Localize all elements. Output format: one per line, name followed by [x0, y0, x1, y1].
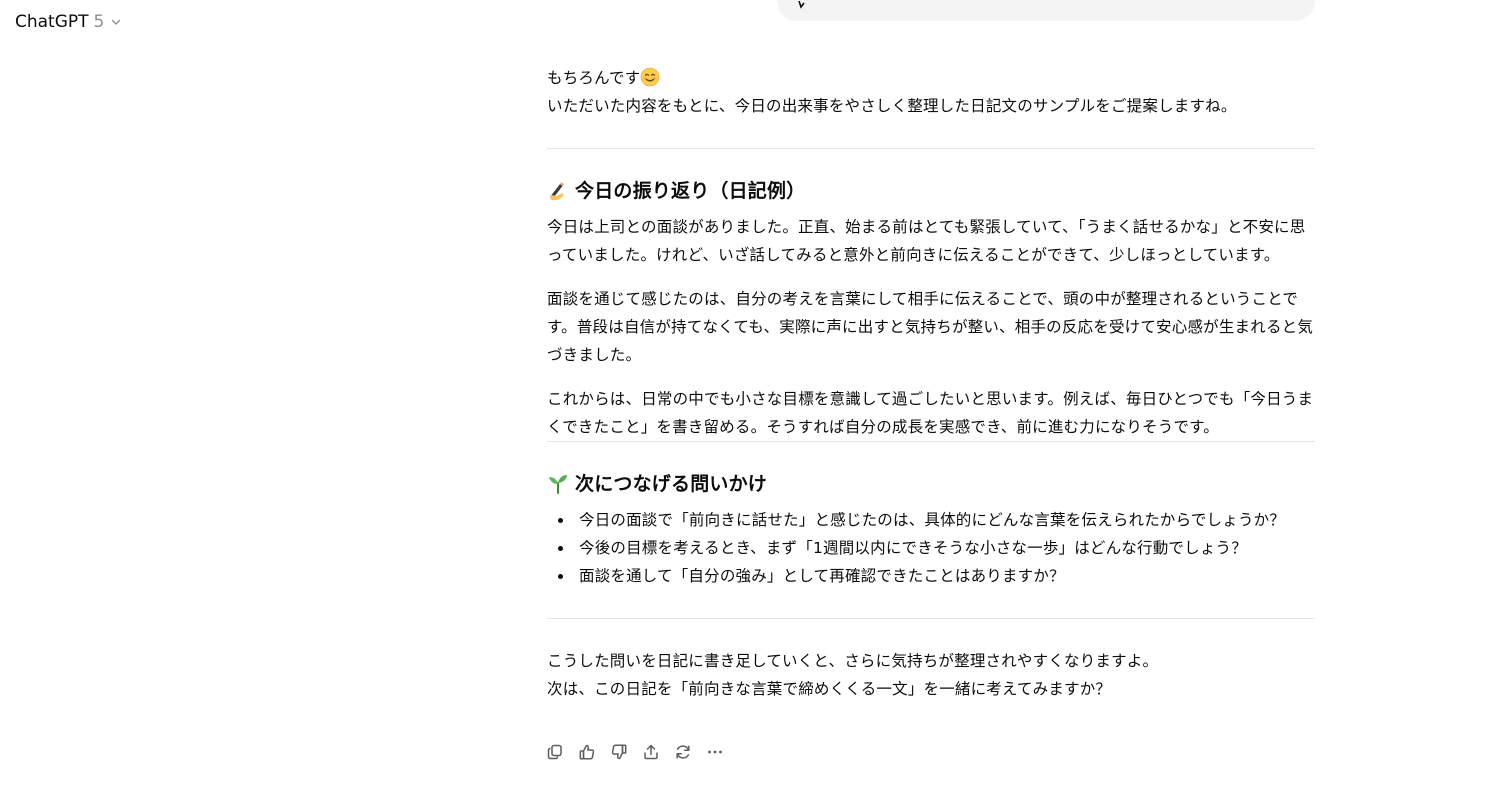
model-switcher[interactable]: ChatGPT 5: [15, 12, 122, 32]
message-actions: [545, 740, 725, 764]
copy-button[interactable]: [545, 740, 565, 764]
paragraph-1: 今日は上司との面談がありました。正直、始まる前はとても緊張していて、「うまく話せ…: [547, 218, 1306, 264]
paragraph-2: 面談を通じて感じたのは、自分の考えを言葉にして相手に伝えることで、頭の中が整理さ…: [547, 290, 1314, 364]
thumbs-up-icon: [579, 744, 595, 760]
share-icon: [644, 744, 658, 760]
smiling-face-icon: [641, 67, 660, 87]
section-heading-reflection: 今日の振り返り（日記例）: [547, 177, 1315, 205]
intro-text-1: もちろんです: [547, 69, 641, 87]
intro-line-2: いただいた内容をもとに、今日の出来事をやさしく整理した日記文のサンプルをご提案し…: [547, 97, 1237, 115]
divider: [547, 148, 1315, 149]
app-name: ChatGPT: [15, 12, 89, 32]
section-heading-reflection-text: 今日の振り返り（日記例）: [575, 180, 806, 202]
thumbs-down-button[interactable]: [609, 740, 629, 764]
section-heading-questions: 次につなげる問いかけ: [547, 470, 1315, 498]
model-version: 5: [93, 12, 105, 32]
question-list: 今日の面談で「前向きに話せた」と感じたのは、具体的にどんな言葉を伝えられたからで…: [547, 506, 1315, 590]
copy-icon: [547, 744, 562, 760]
list-item: 今後の目標を考えるとき、まず「1週間以内にできそうな小さな一歩」はどんな行動でし…: [558, 534, 1315, 562]
seedling-icon: [549, 475, 567, 494]
share-button[interactable]: [641, 740, 661, 764]
thumbs-down-icon: [611, 744, 627, 760]
assistant-message: もちろんです いただいた内容をもとに、今日の出来事をやさしく整理した日記文のサン…: [547, 64, 1315, 703]
chevron-down-icon: [112, 19, 121, 25]
writing-hand-icon: [550, 182, 564, 201]
intro-line-1: もちろんです: [547, 64, 1315, 92]
closing-line-1: こうした問いを日記に書き足していくと、さらに気持ちが整理されやすくなりますよ。: [547, 652, 1159, 670]
section-heading-questions-text: 次につなげる問いかけ: [575, 473, 768, 495]
closing: こうした問いを日記に書き足していくと、さらに気持ちが整理されやすくなりますよ。 …: [547, 647, 1315, 703]
divider: [547, 441, 1315, 442]
closing-line-2: 次は、この日記を「前向きな言葉で締めくくる一文」を一緒に考えてみますか？: [547, 680, 1112, 698]
list-item: 面談を通して「自分の強み」として再確認できたことはありますか？: [558, 562, 1315, 590]
user-message-bubble: [777, 0, 1315, 21]
thumbs-up-button[interactable]: [577, 740, 597, 764]
list-item: 今日の面談で「前向きに話せた」と感じたのは、具体的にどんな言葉を伝えられたからで…: [558, 506, 1315, 534]
bubble-glyph-fragment: [798, 1, 805, 9]
more-icon: [708, 750, 722, 754]
regenerate-icon: [676, 745, 690, 759]
more-button[interactable]: [705, 740, 725, 764]
regenerate-button[interactable]: [673, 740, 693, 764]
paragraph-3: これからは、日常の中でも小さな目標を意識して過ごしたいと思います。例えば、毎日ひ…: [547, 390, 1314, 436]
divider: [547, 618, 1315, 619]
intro: もちろんです いただいた内容をもとに、今日の出来事をやさしく整理した日記文のサン…: [547, 64, 1315, 120]
